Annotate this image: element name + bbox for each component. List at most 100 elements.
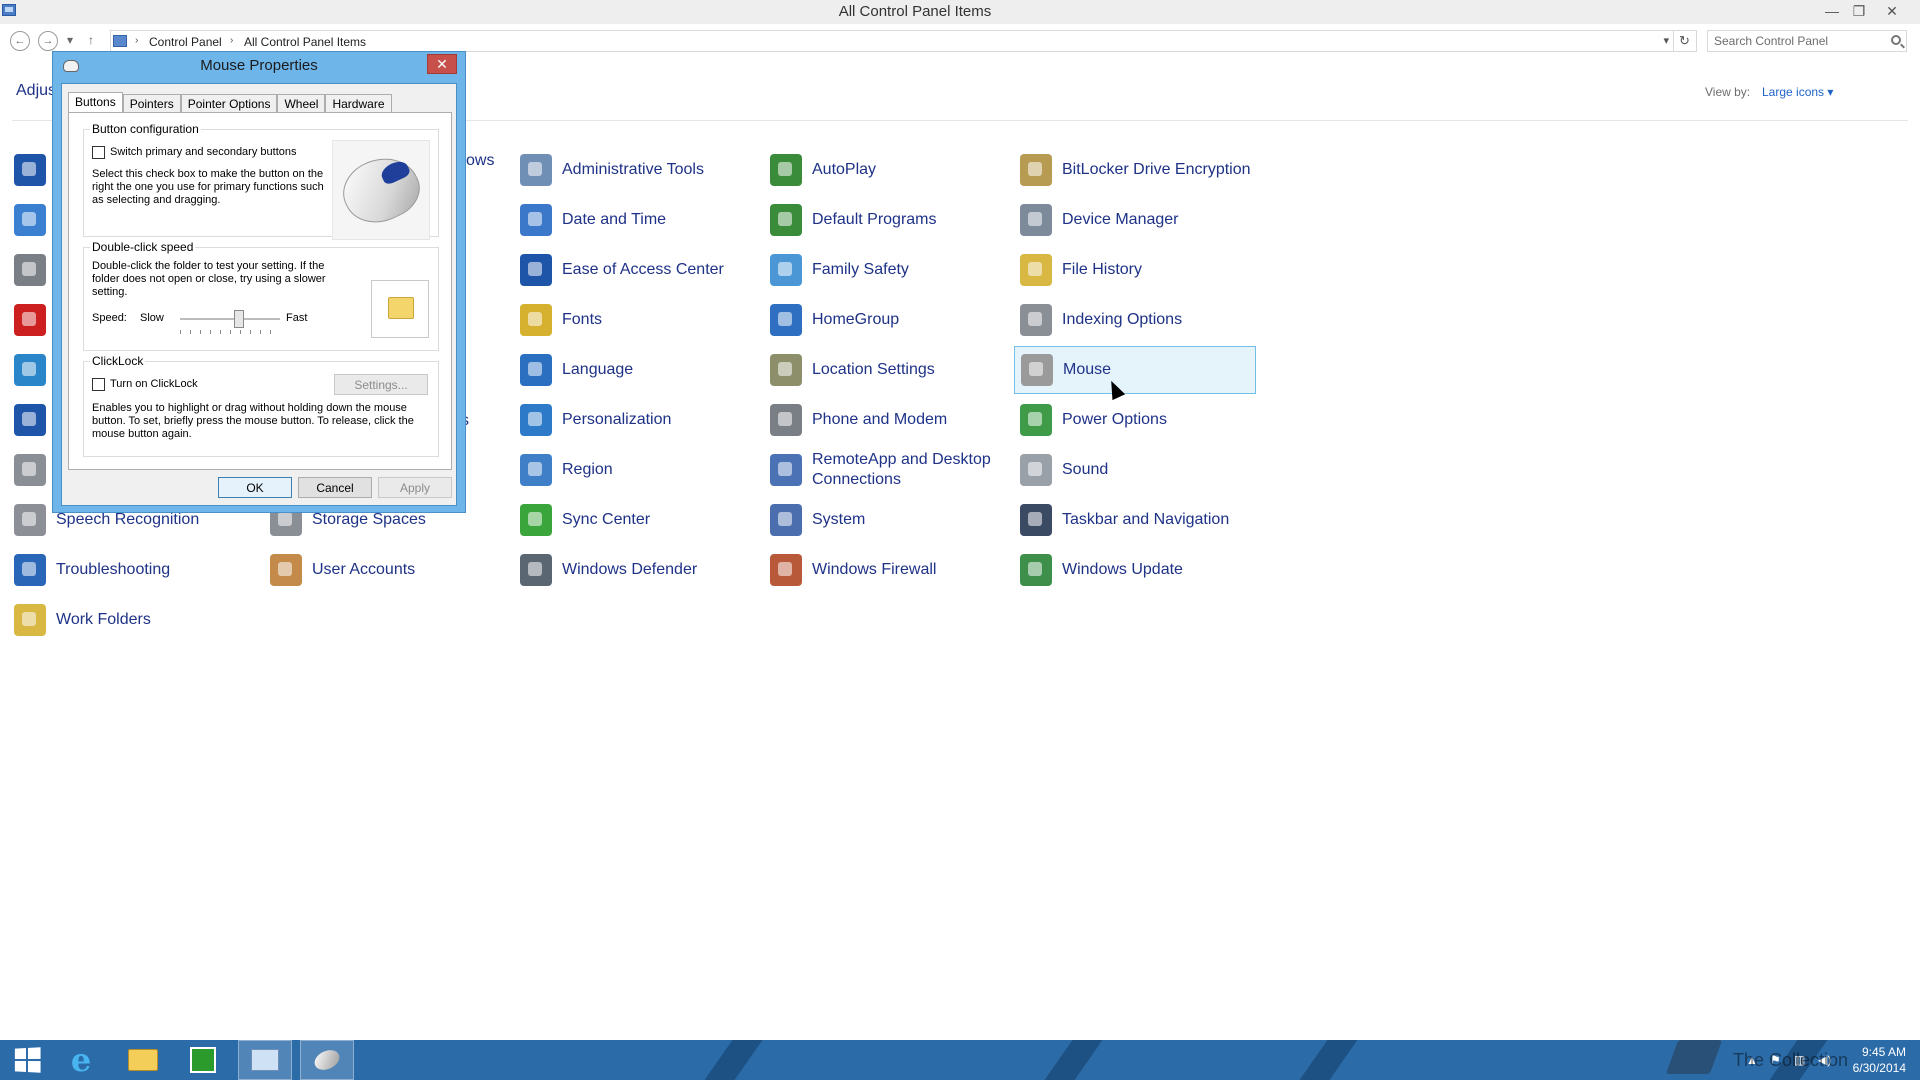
item-work-folders[interactable]: Work Folders <box>14 596 256 644</box>
minimize-button[interactable]: — <box>1818 0 1846 22</box>
item-date-and-time[interactable]: Date and Time <box>514 196 756 244</box>
item-family-safety[interactable]: Family Safety <box>764 246 1006 294</box>
left-item-icon[interactable] <box>14 304 46 336</box>
item-windows-firewall[interactable]: Windows Firewall <box>764 546 1006 594</box>
item-bitlocker[interactable]: BitLocker Drive Encryption <box>1014 146 1256 194</box>
item-default-programs[interactable]: Default Programs <box>764 196 1006 244</box>
taskbar-file-explorer[interactable] <box>116 1040 170 1080</box>
refresh-button[interactable]: ↻ <box>1673 30 1697 52</box>
address-bar[interactable]: › Control Panel › All Control Panel Item… <box>110 30 1674 52</box>
clicklock-group: ClickLock Turn on ClickLock Settings... … <box>83 354 439 457</box>
back-button[interactable]: ← <box>10 31 30 51</box>
item-mouse[interactable]: Mouse <box>1014 346 1256 394</box>
taskbar-control-panel[interactable] <box>238 1040 292 1080</box>
breadcrumb-control-panel[interactable]: Control Panel <box>149 35 222 49</box>
power-options-icon <box>1020 404 1052 436</box>
remoteapp-icon <box>770 454 802 486</box>
left-item-icon[interactable] <box>14 354 46 386</box>
close-window-button[interactable]: ✕ <box>1878 0 1906 22</box>
administrative-tools-icon <box>520 154 552 186</box>
taskbar-store[interactable] <box>176 1040 230 1080</box>
watermark-text: The Collection <box>1733 1050 1849 1070</box>
clicklock-label[interactable]: Turn on ClickLock <box>110 378 198 391</box>
forward-button[interactable]: → <box>38 31 58 51</box>
left-item-icon[interactable] <box>14 454 46 486</box>
clicklock-checkbox[interactable] <box>92 378 105 391</box>
tab-pointer-options[interactable]: Pointer Options <box>180 94 278 112</box>
left-item-icon[interactable] <box>14 204 46 236</box>
buttons-tab-panel: Button configuration Switch primary and … <box>68 112 452 470</box>
double-click-description: Double-click the folder to test your set… <box>92 260 326 298</box>
tab-hardware[interactable]: Hardware <box>325 94 392 112</box>
title-bar: All Control Panel Items — ❐ ✕ <box>0 0 1920 24</box>
file-explorer-icon <box>128 1049 158 1071</box>
address-dropdown-icon[interactable]: ▾ <box>1663 34 1669 47</box>
item-user-accounts[interactable]: User Accounts <box>264 546 506 594</box>
dialog-close-button[interactable]: ✕ <box>427 54 457 74</box>
left-item-icon[interactable] <box>14 404 46 436</box>
group-title: Double-click speed <box>90 240 196 254</box>
recent-locations-chevron-icon[interactable]: ▾ <box>67 33 73 47</box>
test-folder-area[interactable] <box>371 280 429 338</box>
dialog-body: Buttons Pointers Pointer Options Wheel H… <box>61 83 457 506</box>
internet-explorer-icon: e <box>70 1041 92 1079</box>
up-button[interactable]: ↑ <box>88 33 94 47</box>
slider-ticks <box>180 330 280 334</box>
item-personalization[interactable]: Personalization <box>514 396 756 444</box>
item-homegroup[interactable]: HomeGroup <box>764 296 1006 344</box>
clicklock-settings-button[interactable]: Settings... <box>334 374 428 395</box>
wallpaper-stripe <box>690 1040 770 1080</box>
system-clock[interactable]: 9:45 AM 6/30/2014 <box>1853 1044 1906 1076</box>
item-indexing-options[interactable]: Indexing Options <box>1014 296 1256 344</box>
clock-time: 9:45 AM <box>1861 1045 1906 1059</box>
item-sync-center[interactable]: Sync Center <box>514 496 756 544</box>
taskbar-internet-explorer[interactable]: e <box>54 1040 108 1080</box>
cancel-button[interactable]: Cancel <box>298 477 372 498</box>
item-file-history[interactable]: File History <box>1014 246 1256 294</box>
item-location-settings[interactable]: Location Settings <box>764 346 1006 394</box>
tab-buttons[interactable]: Buttons <box>68 92 123 112</box>
switch-buttons-label[interactable]: Switch primary and secondary buttons <box>110 146 296 159</box>
default-programs-icon <box>770 204 802 236</box>
item-language[interactable]: Language <box>514 346 756 394</box>
double-click-speed-slider[interactable] <box>180 310 280 328</box>
slider-thumb[interactable] <box>234 310 244 328</box>
item-windows-defender[interactable]: Windows Defender <box>514 546 756 594</box>
item-troubleshooting[interactable]: Troubleshooting <box>14 546 256 594</box>
item-region[interactable]: Region <box>514 446 756 494</box>
item-phone-and-modem[interactable]: Phone and Modem <box>764 396 1006 444</box>
search-icon[interactable] <box>1891 35 1901 45</box>
tab-pointers[interactable]: Pointers <box>122 94 181 112</box>
item-administrative-tools[interactable]: Administrative Tools <box>514 146 756 194</box>
item-system[interactable]: System <box>764 496 1006 544</box>
left-item-icon[interactable] <box>14 154 46 186</box>
item-taskbar-navigation[interactable]: Taskbar and Navigation <box>1014 496 1256 544</box>
item-fonts[interactable]: Fonts <box>514 296 756 344</box>
left-item-icon[interactable] <box>14 254 46 286</box>
system-icon <box>770 504 802 536</box>
item-power-options[interactable]: Power Options <box>1014 396 1256 444</box>
item-device-manager[interactable]: Device Manager <box>1014 196 1256 244</box>
taskbar-mouse-properties[interactable] <box>300 1040 354 1080</box>
mouse-icon <box>1021 354 1053 386</box>
item-autoplay[interactable]: AutoPlay <box>764 146 1006 194</box>
work-folders-icon <box>14 604 46 636</box>
item-windows-update[interactable]: Windows Update <box>1014 546 1256 594</box>
breadcrumb-all-items[interactable]: All Control Panel Items <box>244 35 366 49</box>
restore-button[interactable]: ❐ <box>1845 0 1873 22</box>
item-sound[interactable]: Sound <box>1014 446 1256 494</box>
switch-buttons-checkbox[interactable] <box>92 146 105 159</box>
start-button[interactable] <box>0 1040 54 1080</box>
item-ease-of-access[interactable]: Ease of Access Center <box>514 246 756 294</box>
windows-firewall-icon <box>770 554 802 586</box>
search-input[interactable]: Search Control Panel <box>1707 30 1907 52</box>
item-remoteapp[interactable]: RemoteApp and Desktop Connections <box>764 446 1006 494</box>
fast-label: Fast <box>286 312 308 324</box>
ok-button[interactable]: OK <box>218 477 292 498</box>
tab-wheel[interactable]: Wheel <box>277 94 326 112</box>
view-by-dropdown[interactable]: Large icons ▾ <box>1762 85 1833 99</box>
apply-button[interactable]: Apply <box>378 477 452 498</box>
indexing-options-icon <box>1020 304 1052 336</box>
location-settings-icon <box>770 354 802 386</box>
partial-item-label[interactable]: ows <box>466 152 494 170</box>
